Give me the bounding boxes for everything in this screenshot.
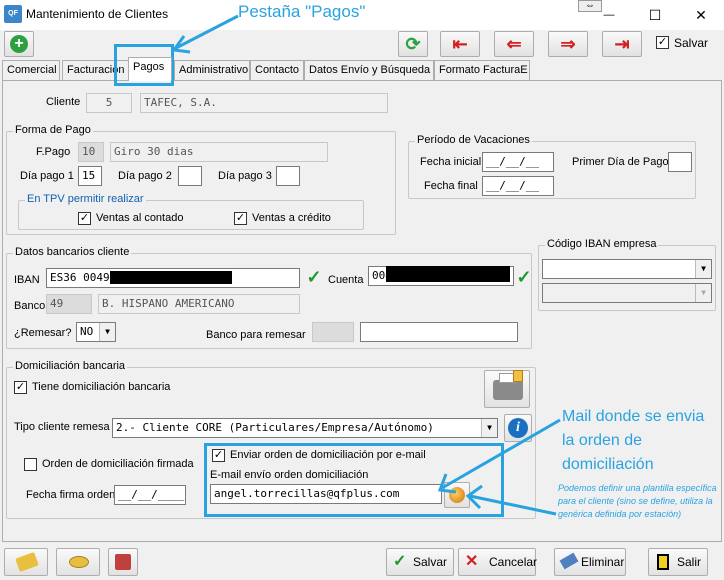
cancel-button-label: Cancelar: [489, 555, 538, 569]
bottom-tool-button-2[interactable]: [56, 548, 100, 576]
exit-button[interactable]: Salir: [648, 548, 708, 576]
eraser-icon: [559, 552, 579, 570]
bottom-tool-button-1[interactable]: [4, 548, 48, 576]
cancel-button[interactable]: ✕ Cancelar: [458, 548, 538, 576]
mail-callout-line-1: Mail donde se envia: [562, 408, 705, 425]
tab-arrow-line: [175, 14, 239, 50]
plantilla-note-text: Podemos definir una plantilla específica…: [558, 483, 717, 519]
document-stamp-icon: [115, 554, 131, 570]
delete-button-label: Eliminar: [581, 555, 625, 569]
check-icon: ✓: [393, 553, 407, 570]
delete-button[interactable]: Eliminar: [554, 548, 626, 576]
save-button[interactable]: ✓ Salvar: [386, 548, 454, 576]
coins-icon: [69, 556, 89, 568]
mail-callout-line-2: la orden de: [562, 432, 643, 449]
bottom-tool-button-3[interactable]: [108, 548, 138, 576]
tab-pagos[interactable]: Pagos: [128, 57, 172, 81]
save-button-label: Salvar: [413, 555, 448, 569]
mail-arrow-line: [441, 418, 561, 490]
mail-callout-line-3: domiciliación: [562, 456, 654, 473]
note-arrow-line: [469, 494, 557, 516]
exit-button-label: Salir: [677, 555, 702, 569]
tag-icon: [15, 552, 39, 572]
tab-callout-text: Pestaña "Pagos": [238, 2, 366, 21]
cancel-x-icon: ✕: [465, 553, 479, 570]
exit-door-icon: [657, 554, 669, 570]
